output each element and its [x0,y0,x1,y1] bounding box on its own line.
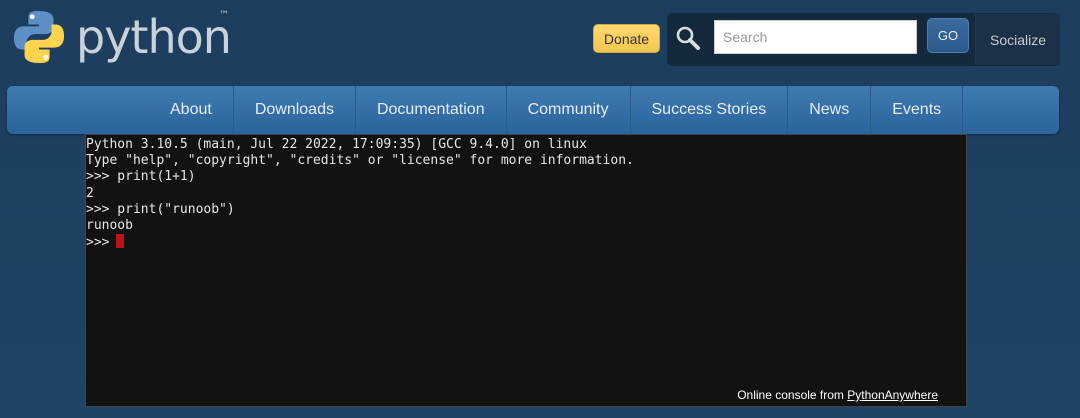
console-line: 2 [86,185,94,201]
console-prompt-line[interactable]: >>> [86,234,634,251]
search-input[interactable] [714,20,917,54]
nav-item-success-stories[interactable]: Success Stories [631,86,789,134]
magnifier-icon [676,26,700,50]
console-credit: Online console from PythonAnywhere [737,388,938,402]
socialize-button[interactable]: Socialize [975,14,1060,65]
python-console[interactable]: Python 3.10.5 (main, Jul 22 2022, 17:09:… [85,134,967,407]
main-nav: About Downloads Documentation Community … [7,86,1059,134]
console-line: runoob [86,218,133,234]
trademark-symbol: ™ [219,10,229,21]
text-cursor [116,234,125,249]
nav-item-downloads[interactable]: Downloads [234,86,356,134]
nav-items: About Downloads Documentation Community … [149,86,964,134]
nav-item-about[interactable]: About [149,86,234,134]
console-line: Type "help", "copyright", "credits" or "… [86,153,634,169]
nav-item-events[interactable]: Events [871,86,964,134]
console-prompt: >>> [86,235,110,251]
search-go-button[interactable]: GO [927,18,969,53]
console-line: Python 3.10.5 (main, Jul 22 2022, 17:09:… [86,137,587,152]
python-logo[interactable]: python [12,6,242,68]
console-line: >>> print("runoob") [86,201,235,217]
python-logo-icon [13,10,65,64]
python-wordmark: python [76,10,232,64]
credit-text: Online console from [737,388,848,402]
donate-button[interactable]: Donate [593,24,660,53]
nav-item-community[interactable]: Community [507,86,631,134]
pythonanywhere-link[interactable]: PythonAnywhere [847,388,938,402]
console-line: >>> print(1+1) [86,169,196,185]
console-output: Python 3.10.5 (main, Jul 22 2022, 17:09:… [86,137,634,251]
nav-item-news[interactable]: News [788,86,872,134]
nav-item-documentation[interactable]: Documentation [356,86,507,134]
